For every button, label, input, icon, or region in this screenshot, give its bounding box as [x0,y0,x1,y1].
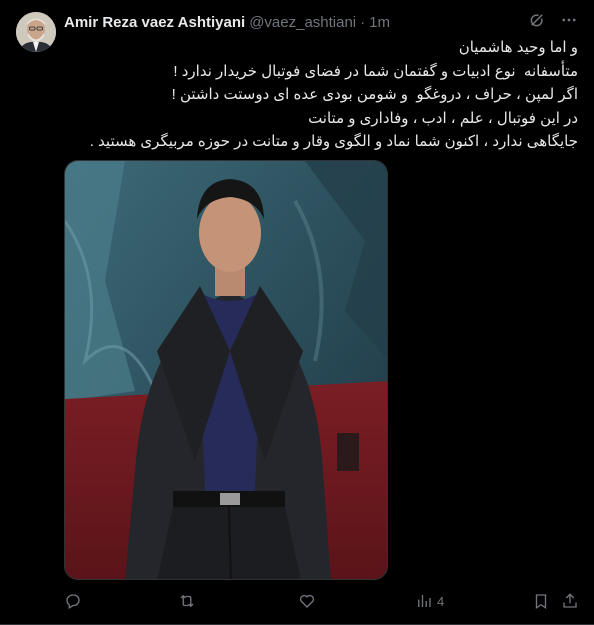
timestamp[interactable]: 1m [369,14,390,31]
header-actions [528,11,578,29]
grok-icon[interactable] [528,11,546,29]
reply-icon [64,592,82,610]
tweet-actions: 4 [64,592,578,614]
like-button[interactable] [298,592,316,610]
tweet-line: جایگاهی ندارد ، اکنون شما نماد و الگوی و… [89,133,578,150]
views-icon [415,592,433,610]
tweet-line: اگر لمپن ، حراف ، دروغگو و شومن بودی عده… [171,86,578,103]
views-count: 4 [437,593,445,609]
tweet-header: Amir Reza vaez Ashtiyani @vaez_ashtiani … [64,12,578,32]
share-icon [561,592,579,610]
author-name[interactable]: Amir Reza vaez Ashtiyani [64,14,245,31]
avatar[interactable] [16,12,56,52]
more-icon[interactable] [560,11,578,29]
bookmark-icon [532,592,550,610]
bookmark-button[interactable] [532,592,550,610]
author-handle[interactable]: @vaez_ashtiani [249,14,356,31]
retweet-button[interactable] [177,592,197,610]
retweet-icon [177,592,197,610]
share-button[interactable] [561,592,579,610]
separator-dot: · [360,13,366,31]
reply-button[interactable] [64,592,82,610]
tweet-text: و اما وحید هاشمیان متأسفانه نوع ادبیات و… [64,36,578,154]
tweet[interactable]: Amir Reza vaez Ashtiyani @vaez_ashtiani … [0,0,594,625]
tweet-line: متأسفانه نوع ادبیات و گفتمان شما در فضای… [173,62,578,80]
like-icon [298,592,316,610]
views-button[interactable]: 4 [415,592,444,610]
tweet-line: و اما وحید هاشمیان [458,39,578,56]
tweet-photo[interactable] [64,160,388,580]
tweet-line: در این فوتبال ، علم ، ادب ، وفاداری و مت… [308,109,578,127]
